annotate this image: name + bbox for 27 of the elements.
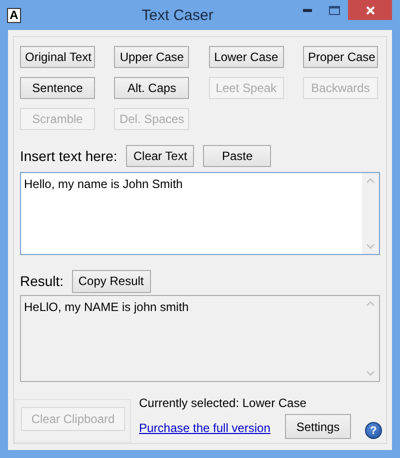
input-label: Insert text here:: [20, 148, 118, 164]
mode-button[interactable]: Sentence: [20, 77, 95, 99]
maximize-icon: [329, 6, 340, 14]
input-text-area[interactable]: Hello, my name is John Smith: [20, 172, 380, 255]
window-title: Text Caser: [140, 6, 214, 24]
close-icon: [366, 6, 374, 14]
status-text: Currently selected: Lower Case: [139, 396, 308, 410]
copy-result-button[interactable]: Copy Result: [72, 270, 151, 293]
result-text-area[interactable]: HeLlO, my NAME is john smith: [20, 294, 380, 382]
input-action-button[interactable]: Paste: [203, 145, 272, 167]
purchase-link[interactable]: Purchase the full version: [139, 421, 270, 435]
input-action-button[interactable]: Clear Text: [126, 145, 194, 167]
app-icon: A: [7, 8, 21, 22]
mode-button[interactable]: Lower Case: [208, 46, 284, 68]
mode-button[interactable]: Upper Case: [114, 46, 190, 68]
result-label: Result:: [20, 273, 64, 290]
minimize-icon: [303, 8, 312, 12]
help-icon[interactable]: ?: [365, 422, 382, 439]
scroll-up-icon: [366, 178, 375, 183]
scroll-up-icon: [366, 300, 375, 306]
scroll-down-icon: [366, 371, 375, 376]
scroll-down-icon: [366, 244, 375, 249]
close-button[interactable]: [348, 0, 392, 20]
mode-button[interactable]: Alt. Caps: [114, 77, 190, 99]
settings-button[interactable]: Settings: [285, 414, 351, 439]
mode-button[interactable]: Proper Case: [302, 46, 378, 68]
mode-button[interactable]: Original Text: [20, 46, 95, 68]
